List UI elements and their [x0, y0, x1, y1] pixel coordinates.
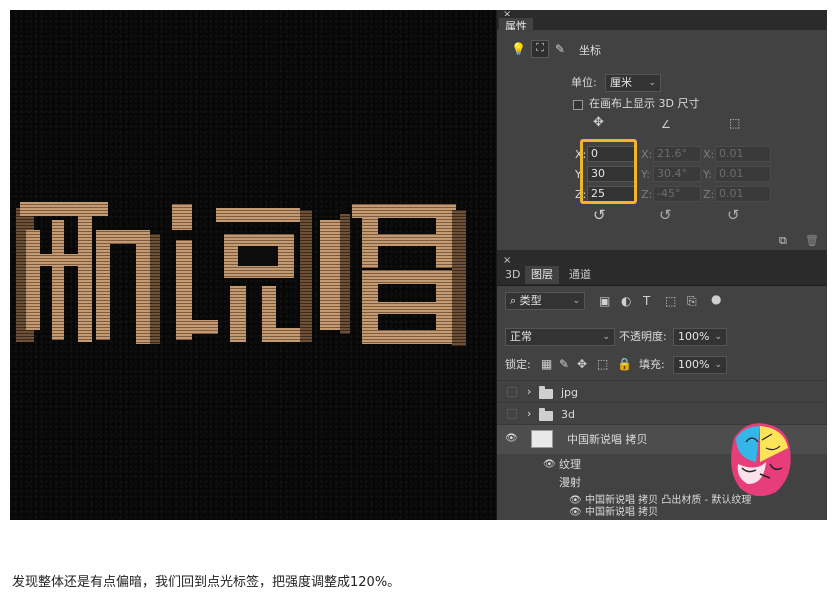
unit-select-value: 厘米 — [610, 76, 632, 89]
folder-icon — [539, 386, 553, 399]
type-filter-icon[interactable]: T — [643, 294, 650, 308]
lock-image-pixels-icon[interactable]: ✎ — [559, 357, 569, 371]
brush-icon[interactable]: ✎ — [555, 42, 565, 56]
adjustment-filter-icon[interactable]: ◐ — [621, 294, 631, 308]
watermark-logo — [731, 423, 791, 497]
scale-x-label: X: — [703, 148, 715, 161]
folder-icon — [539, 408, 553, 421]
3d-text-artwork — [16, 202, 466, 346]
image-filter-icon[interactable]: ▣ — [599, 294, 610, 308]
chevron-right-icon[interactable]: › — [527, 407, 531, 421]
layer-name: 中国新说唱 拷贝 — [567, 433, 648, 446]
layer-name: 3d — [561, 408, 575, 421]
eye-icon[interactable]: 👁 — [569, 507, 582, 518]
scale-z-field[interactable]: 0.01 — [715, 186, 771, 202]
mode-label: 坐标 — [579, 44, 601, 57]
rotation-z-label: Z: — [641, 188, 653, 201]
move-icon: ✥ — [593, 115, 604, 130]
reset-scale-icon[interactable]: ↺ — [727, 208, 740, 223]
filter-type-value: 类型 — [519, 294, 542, 307]
fill-value: 100% — [678, 358, 710, 371]
chevron-down-icon: ⌄ — [648, 78, 656, 88]
chevron-down-icon: ⌄ — [714, 360, 722, 370]
lock-label: 锁定: — [505, 358, 531, 371]
layers-tabbar: 3D 图层 通道 — [497, 264, 827, 286]
trash-icon[interactable]: 🗑 — [805, 234, 819, 248]
opacity-label: 不透明度: — [619, 330, 667, 343]
lock-position-icon[interactable]: ✥ — [577, 357, 587, 371]
lock-all-icon[interactable]: 🔒 — [617, 357, 632, 371]
show-3d-size-label: 在画布上显示 3D 尺寸 — [589, 97, 700, 110]
render-icon[interactable]: ⧉ — [779, 234, 787, 248]
chevron-right-icon[interactable]: › — [527, 385, 531, 399]
shape-filter-icon[interactable]: ⬚ — [665, 294, 676, 308]
eye-icon[interactable]: 👁 — [505, 433, 518, 444]
scale-x-field[interactable]: 0.01 — [715, 146, 771, 162]
reset-position-icon[interactable]: ↺ — [593, 208, 606, 223]
opacity-field[interactable]: 100% ⌄ — [673, 328, 727, 346]
visibility-toggle[interactable] — [507, 387, 517, 397]
lock-transparent-pixels-icon[interactable]: ▦ — [541, 357, 552, 371]
scale-y-field[interactable]: 0.01 — [715, 166, 771, 182]
rotate-angle-icon: ∠ — [661, 118, 671, 131]
eye-icon[interactable]: 👁 — [569, 495, 582, 506]
artwork-glyph-chang — [320, 204, 466, 346]
eye-icon[interactable]: 👁 — [543, 459, 556, 470]
filter-toggle-icon[interactable]: ● — [711, 292, 721, 306]
lock-artboard-icon[interactable]: ⬚ — [597, 357, 608, 371]
unit-label: 单位: — [571, 76, 597, 89]
blend-mode-value: 正常 — [510, 330, 532, 343]
rotation-x-label: X: — [641, 148, 653, 161]
light-bulb-icon[interactable]: 💡 — [511, 42, 526, 56]
unit-select[interactable]: 厘米 ⌄ — [605, 74, 661, 92]
scale-z-label: Z: — [703, 188, 715, 201]
artwork-glyph-shuo — [172, 204, 312, 342]
scale-y-label: Y: — [703, 168, 712, 181]
fill-field[interactable]: 100% ⌄ — [673, 356, 727, 374]
chevron-down-icon: ⌄ — [572, 296, 580, 306]
opacity-value: 100% — [678, 330, 710, 343]
rotation-z-field[interactable]: -45° — [653, 186, 701, 202]
rotation-y-label: Y: — [641, 168, 650, 181]
article-caption: 发现整体还是有点偏暗，我们回到点光标签，把强度调整成120%。 — [12, 575, 401, 590]
fill-label: 填充: — [639, 358, 665, 371]
blend-mode-select[interactable]: 正常 ⌄ — [505, 328, 615, 346]
layer-row-jpg[interactable]: › jpg — [497, 380, 827, 402]
filter-type-select[interactable]: ⌕ 类型 ⌄ — [505, 292, 585, 310]
smart-object-filter-icon[interactable]: ⎘ — [687, 294, 697, 308]
visibility-toggle[interactable] — [507, 409, 517, 419]
reset-rotation-icon[interactable]: ↺ — [659, 208, 672, 223]
chevron-down-icon: ⌄ — [602, 332, 610, 342]
document-canvas[interactable] — [10, 10, 496, 520]
photoshop-screenshot: × 属性 💡 ⛶ ✎ 坐标 单位: 厘米 ⌄ 在画布上显示 3D 尺寸 ✥ ∠ … — [10, 10, 827, 520]
layer-thumbnail — [531, 430, 553, 448]
rotation-y-field[interactable]: 30.4° — [653, 166, 701, 182]
tab-layers[interactable]: 图层 — [525, 266, 559, 284]
sub-item-name: 纹理 — [559, 458, 581, 471]
layer-name: jpg — [561, 386, 579, 399]
chevron-down-icon: ⌄ — [714, 332, 722, 342]
position-fields-highlight — [580, 139, 637, 204]
rotation-x-field[interactable]: 21.6° — [653, 146, 701, 162]
sub-item-name: 中国新说唱 拷贝 — [585, 507, 659, 518]
properties-body: 💡 ⛶ ✎ 坐标 单位: 厘米 ⌄ 在画布上显示 3D 尺寸 ✥ ∠ ⬚ X: … — [497, 30, 827, 250]
tab-channels[interactable]: 通道 — [563, 266, 597, 284]
artwork-glyph-xin — [16, 202, 160, 344]
show-3d-size-checkbox[interactable] — [573, 100, 583, 110]
sub-item-row-copy[interactable]: 👁 中国新说唱 拷贝 — [497, 506, 827, 520]
tab-3d[interactable]: 3D — [499, 266, 526, 284]
coordinates-mode-icon[interactable]: ⛶ — [531, 40, 549, 58]
scale-icon: ⬚ — [729, 116, 741, 130]
search-icon: ⌕ — [510, 294, 517, 307]
sub-item-name: 漫射 — [559, 476, 581, 489]
